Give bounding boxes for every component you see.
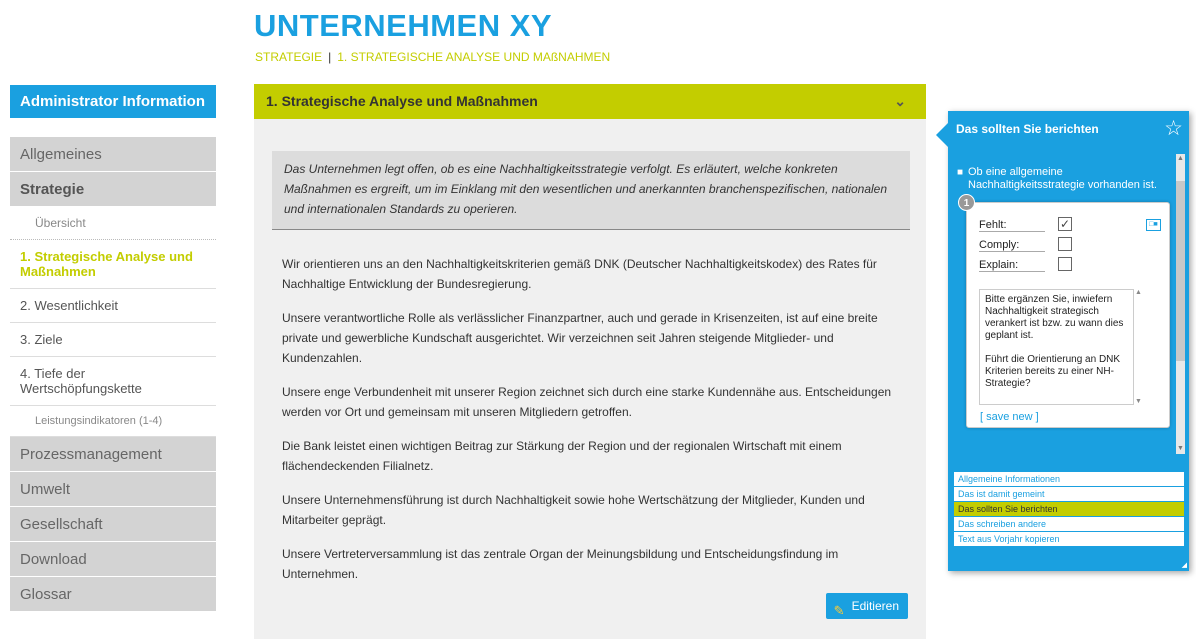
menu-item-das-ist-damit-gemeint[interactable]: Das ist damit gemeint [954, 487, 1184, 502]
body-paragraph: Die Bank leistet einen wichtigen Beitrag… [282, 439, 842, 473]
sidebar-item-umwelt[interactable]: Umwelt [10, 472, 216, 507]
breadcrumb-current-link[interactable]: 1. STRATEGISCHE ANALYSE UND MAßNAHMEN [337, 50, 610, 64]
scroll-down-arrow-icon[interactable]: ▼ [1135, 398, 1142, 405]
sidebar-item-strategie[interactable]: Strategie [10, 172, 216, 207]
note-scrollbar[interactable]: ▲ ▼ [1135, 289, 1144, 405]
fehlt-checkbox[interactable]: ✓ [1058, 217, 1072, 231]
section-header[interactable]: 1. Strategische Analyse und Maßnahmen ⌄ [254, 84, 926, 119]
menu-item-allgemeine-informationen[interactable]: Allgemeine Informationen [954, 472, 1184, 487]
body-paragraph: Unsere Unternehmensführung ist durch Nac… [282, 493, 865, 527]
breadcrumb: STRATEGIE | 1. STRATEGISCHE ANALYSE UND MA… [255, 50, 610, 64]
sidebar-item-download[interactable]: Download [10, 542, 216, 577]
sidebar-item-allgemeines[interactable]: Allgemeines [10, 137, 216, 172]
comply-checkbox[interactable] [1058, 237, 1072, 251]
menu-item-text-aus-vorjahr-kopieren[interactable]: Text aus Vorjahr kopieren [954, 532, 1184, 547]
option-comply-label: Comply: [979, 239, 1045, 252]
widget-menu: Allgemeine Informationen Das ist damit g… [954, 472, 1184, 547]
option-fehlt-label: Fehlt: [979, 219, 1045, 232]
scroll-up-arrow-icon[interactable]: ▲ [1135, 289, 1144, 296]
section-description: Das Unternehmen legt offen, ob es eine N… [272, 151, 910, 230]
save-new-link[interactable]: [ save new ] [980, 411, 1039, 423]
menu-item-das-sollten-sie-berichten[interactable]: Das sollten Sie berichten [954, 502, 1184, 517]
resize-handle-icon[interactable]: ◢ [1182, 561, 1187, 569]
menu-item-das-schreiben-andere[interactable]: Das schreiben andere [954, 517, 1184, 532]
sidebar-item-uebersicht[interactable]: Übersicht [10, 207, 216, 240]
widget-title: Das sollten Sie berichten [956, 122, 1099, 136]
administrator-information-button[interactable]: Administrator Information [10, 85, 216, 118]
scroll-down-arrow-icon[interactable]: ▼ [1176, 444, 1185, 454]
edit-button-label: Editieren [851, 599, 899, 613]
star-icon[interactable]: ☆ [1164, 116, 1183, 141]
widget-pointer [936, 123, 948, 147]
section-title: 1. Strategische Analyse und Maßnahmen [266, 93, 538, 109]
checklist-card: 1 □■ Fehlt: ✓ Comply: Explain: Bitte erg… [958, 194, 1170, 428]
body-paragraph: Unsere Vertreterversammlung ist das zent… [282, 547, 839, 581]
option-explain-label: Explain: [979, 259, 1045, 272]
note-textarea[interactable]: Bitte ergänzen Sie, inwiefern Nachhaltig… [979, 289, 1134, 405]
scroll-up-arrow-icon[interactable]: ▲ [1176, 154, 1185, 164]
requirement-bullet: ■ Ob eine allgemeine Nachhaltigkeitsstra… [954, 166, 1174, 192]
breadcrumb-strategie-link[interactable]: STRATEGIE [255, 50, 322, 64]
requirement-text: Ob eine allgemeine Nachhaltigkeitsstrate… [968, 166, 1157, 191]
card-number-badge: 1 [958, 194, 975, 211]
note-paragraph: Führt die Orientierung an DNK Kriterien … [985, 354, 1121, 389]
content-panel: 1. Strategische Analyse und Maßnahmen ⌄ … [254, 84, 926, 639]
sidebar-item-prozessmanagement[interactable]: Prozessmanagement [10, 437, 216, 472]
reporting-widget: Das sollten Sie berichten ☆ ▲ ▼ ■ Ob ein… [936, 111, 1189, 571]
section-body: Wir orientieren uns an den Nachhaltigkei… [254, 230, 926, 584]
sidebar-item-wesentlichkeit[interactable]: 2. Wesentlichkeit [10, 289, 216, 323]
sidebar-item-glossar[interactable]: Glossar [10, 577, 216, 612]
sidebar-item-ziele[interactable]: 3. Ziele [10, 323, 216, 357]
explain-checkbox[interactable] [1058, 257, 1072, 271]
body-paragraph: Wir orientieren uns an den Nachhaltigkei… [282, 257, 877, 291]
sidebar-item-tiefe-wertschoepfungskette[interactable]: 4. Tiefe der Wertschöpfungskette [10, 357, 216, 406]
body-paragraph: Unsere verantwortliche Rolle als verläss… [282, 311, 878, 365]
breadcrumb-separator: | [328, 50, 332, 64]
view-toggle-icon[interactable]: □■ [1146, 219, 1161, 231]
note-paragraph: Bitte ergänzen Sie, inwiefern Nachhaltig… [985, 294, 1124, 341]
widget-scrollbar-thumb[interactable] [1176, 181, 1185, 361]
edit-button[interactable]: ✎ Editieren [825, 593, 908, 619]
pencil-icon: ✎ [833, 603, 845, 618]
company-title: UNTERNEHMEN XY [254, 8, 553, 43]
sidebar-nav: Allgemeines Strategie Übersicht 1. Strat… [10, 137, 216, 612]
body-paragraph: Unsere enge Verbundenheit mit unserer Re… [282, 385, 892, 419]
sidebar-item-gesellschaft[interactable]: Gesellschaft [10, 507, 216, 542]
sidebar-item-strategische-analyse[interactable]: 1. Strategische Analyse und Maßnahmen [10, 240, 216, 289]
bullet-icon: ■ [957, 167, 964, 178]
chevron-down-icon[interactable]: ⌄ [894, 84, 906, 119]
sidebar-item-leistungsindikatoren[interactable]: Leistungsindikatoren (1-4) [10, 406, 216, 437]
